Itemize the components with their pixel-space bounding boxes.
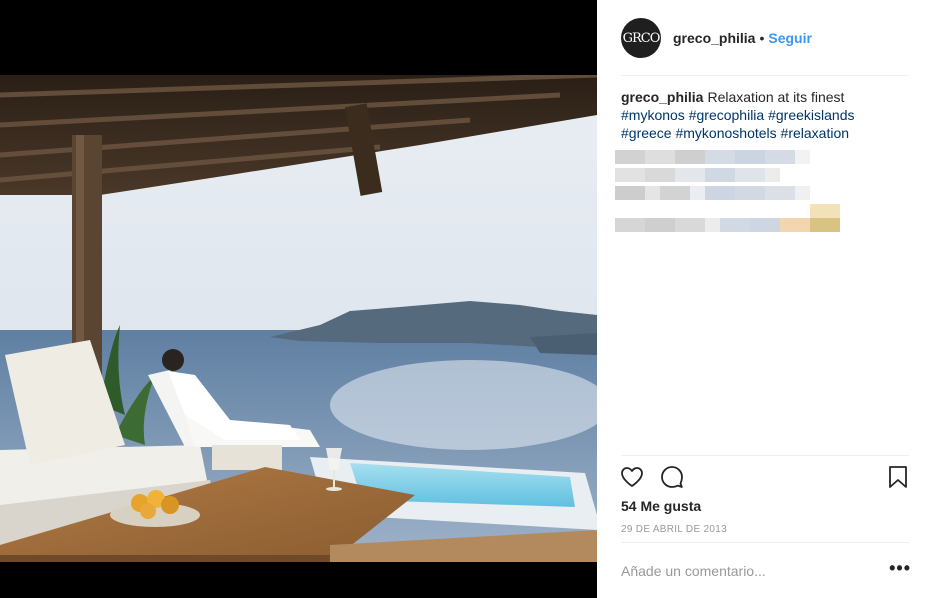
post-media bbox=[0, 0, 597, 598]
action-bar bbox=[619, 462, 911, 492]
header-divider bbox=[621, 75, 909, 76]
hashtag-link[interactable]: #mykonoshotels bbox=[675, 125, 776, 141]
hashtag-link[interactable]: #grecophilia bbox=[689, 107, 765, 123]
hashtag-link[interactable]: #relaxation bbox=[781, 125, 850, 141]
pixelated-row bbox=[615, 168, 875, 182]
bookmark-icon[interactable] bbox=[885, 464, 911, 490]
avatar[interactable]: GRCO bbox=[621, 18, 661, 58]
heart-icon[interactable] bbox=[619, 464, 645, 490]
pixelated-comments bbox=[615, 150, 875, 236]
comment-form: ••• bbox=[621, 556, 911, 586]
pixelated-row bbox=[615, 204, 875, 232]
caption-username[interactable]: greco_philia bbox=[621, 89, 703, 105]
pixelated-row bbox=[615, 186, 875, 200]
comment-bubble-icon[interactable] bbox=[659, 464, 685, 490]
post-caption: greco_philia Relaxation at its finest #my… bbox=[621, 88, 911, 142]
hashtag-link[interactable]: #greekislands bbox=[768, 107, 854, 123]
username-link[interactable]: greco_philia bbox=[673, 30, 755, 46]
post-details-panel: GRCO greco_philia • Seguir greco_philia R… bbox=[597, 0, 933, 598]
avatar-logo: GRCO bbox=[622, 30, 661, 46]
pixelated-row bbox=[615, 150, 875, 164]
more-options-icon[interactable]: ••• bbox=[889, 559, 911, 579]
separator-dot: • bbox=[759, 30, 765, 46]
post-header: GRCO greco_philia • Seguir bbox=[597, 0, 933, 76]
hashtag-link[interactable]: #mykonos bbox=[621, 107, 685, 123]
comment-divider bbox=[621, 542, 909, 543]
terrace-sea-photo bbox=[0, 75, 597, 562]
caption-text: Relaxation at its finest bbox=[707, 89, 845, 105]
post-photo[interactable] bbox=[0, 75, 597, 562]
likes-count[interactable]: 54 Me gusta bbox=[621, 498, 701, 514]
post-date: 29 DE ABRIL DE 2013 bbox=[621, 524, 727, 535]
comment-input[interactable] bbox=[621, 563, 890, 579]
follow-button[interactable]: Seguir bbox=[768, 30, 812, 46]
hashtag-link[interactable]: #greece bbox=[621, 125, 672, 141]
actions-divider bbox=[621, 455, 909, 456]
